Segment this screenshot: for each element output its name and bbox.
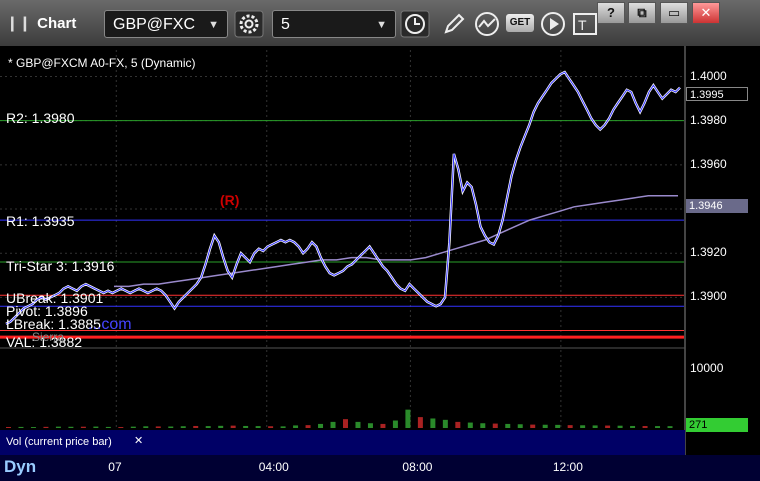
help-button[interactable]: ? — [597, 2, 625, 24]
close-study-icon[interactable]: ✕ — [134, 434, 143, 447]
volume-bar-47 — [592, 425, 598, 428]
volume-bar-48 — [605, 425, 611, 428]
volume-bar-16 — [205, 426, 211, 428]
volume-bar-36 — [455, 421, 461, 428]
volume-bar-45 — [567, 425, 573, 428]
volume-last-tag: 271 — [686, 418, 748, 432]
y-tick-0: 1.3900 — [690, 289, 727, 304]
volume-bar-1 — [18, 426, 24, 428]
volume-bar-34 — [430, 418, 436, 428]
volume-bar-35 — [442, 419, 448, 428]
pencil-icon[interactable] — [438, 10, 468, 38]
volume-bar-46 — [580, 425, 586, 428]
svg-text:T: T — [578, 17, 587, 33]
volume-bar-52 — [655, 426, 661, 428]
symbol-selector[interactable]: GBP@FXC ▼ — [104, 10, 228, 38]
volume-bar-10 — [130, 426, 136, 428]
volume-bar-3 — [43, 426, 49, 428]
title-bar: ❙❙ Chart GBP@FXC ▼ 5 ▼ GET T ? ⧉ ▭ ✕ — [0, 0, 760, 46]
volume-bar-14 — [180, 426, 186, 428]
clock-icon[interactable] — [400, 10, 430, 38]
interval-selector[interactable]: 5 ▼ — [272, 10, 396, 38]
app-title: ❙❙ Chart — [6, 15, 77, 32]
volume-bar-13 — [168, 426, 174, 428]
volume-bar-41 — [517, 424, 523, 428]
volume-bar-28 — [355, 421, 361, 428]
y-tick-3: 1.3960 — [690, 156, 727, 171]
level-label-tristar: Tri-Star 3: 1.3916 — [6, 258, 115, 274]
maximize-button[interactable]: ▭ — [660, 2, 688, 24]
x-tick-1: 04:00 — [258, 460, 289, 474]
close-button[interactable]: ✕ — [692, 2, 720, 24]
get-icon[interactable]: GET — [506, 14, 534, 32]
x-tick-0: 07 — [108, 460, 122, 474]
dynamic-label: Dyn — [4, 457, 37, 476]
volume-bar-42 — [530, 424, 536, 428]
volume-bar-39 — [492, 423, 498, 428]
volume-bar-8 — [105, 426, 111, 428]
gear-icon[interactable] — [234, 10, 264, 38]
volume-bar-49 — [617, 425, 623, 428]
volume-bar-33 — [417, 417, 423, 428]
volume-bar-40 — [505, 423, 511, 428]
volume-bar-43 — [542, 424, 548, 428]
volume-bar-22 — [280, 426, 286, 428]
last-price-tag: 1.3995 — [686, 87, 748, 101]
volume-bar-11 — [143, 426, 149, 428]
volume-bar-27 — [343, 419, 348, 428]
volume-bar-30 — [380, 423, 386, 428]
watermark-text: Sierra — [32, 330, 65, 344]
y-tick-1: 1.3920 — [690, 245, 727, 260]
volume-bar-37 — [467, 422, 473, 428]
indicator-icon[interactable] — [472, 10, 502, 38]
volume-bar-7 — [93, 426, 99, 428]
volume-bar-19 — [243, 425, 249, 428]
volume-bar-15 — [193, 425, 199, 428]
chevron-down-icon: ▼ — [208, 19, 219, 31]
play-icon[interactable] — [538, 10, 568, 38]
volume-bar-12 — [155, 426, 161, 428]
volume-bar-5 — [68, 426, 74, 428]
volume-bar-25 — [318, 423, 324, 428]
volume-bar-32 — [405, 409, 411, 428]
volume-bar-0 — [6, 426, 11, 428]
r-marker: (R) — [220, 192, 240, 208]
volume-bar-23 — [293, 425, 299, 428]
level-label-r2: R2: 1.3980 — [6, 110, 75, 126]
level-label-r1: R1: 1.3935 — [6, 213, 75, 229]
chart-caption: * GBP@FXCM A0-FX, 5 (Dynamic) — [8, 56, 196, 70]
grip-icon: ❙❙ — [6, 15, 32, 32]
volume-study-label: Vol (current price bar) — [6, 436, 112, 448]
x-tick-2: 08:00 — [402, 460, 433, 474]
volume-bar-29 — [367, 423, 373, 428]
volume-bar-4 — [55, 426, 61, 428]
volume-bar-6 — [80, 426, 86, 428]
x-tick-3: 12:00 — [552, 460, 583, 474]
restore-button[interactable]: ⧉ — [628, 2, 656, 24]
volume-bar-26 — [330, 421, 336, 428]
volume-bar-18 — [230, 425, 236, 428]
volume-bar-38 — [480, 423, 486, 428]
y-tick-5: 1.4000 — [690, 68, 727, 83]
volume-bar-9 — [118, 427, 124, 428]
site-tag: ...com — [88, 316, 132, 333]
text-icon[interactable]: T — [570, 10, 600, 38]
ma-price-tag: 1.3946 — [686, 199, 748, 213]
y-tick-4: 1.3980 — [690, 112, 727, 127]
volume-bar-20 — [255, 426, 261, 428]
volume-bar-50 — [630, 425, 636, 428]
symbol-value: GBP@FXC — [113, 16, 196, 33]
volume-bar-44 — [555, 424, 561, 428]
volume-bar-24 — [305, 425, 311, 428]
chevron-down-icon: ▼ — [376, 19, 387, 31]
volume-bar-2 — [30, 427, 36, 428]
volume-bar-53 — [667, 426, 673, 428]
volume-bar-31 — [392, 420, 398, 428]
volume-bar-21 — [268, 426, 274, 428]
volume-max-label: 10000 — [690, 361, 724, 375]
volume-bar-51 — [642, 426, 648, 428]
volume-bar-17 — [218, 425, 224, 428]
interval-value: 5 — [281, 16, 290, 33]
